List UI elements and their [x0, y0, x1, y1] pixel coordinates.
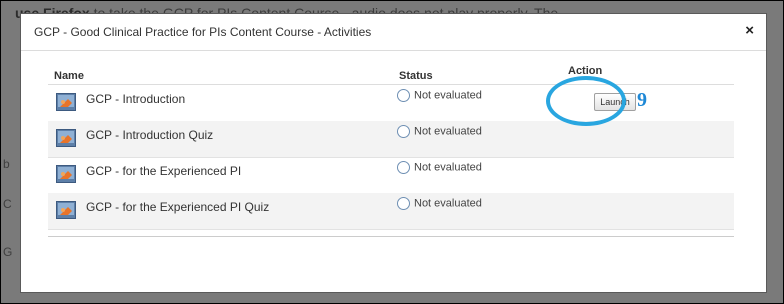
table-header: Name Status Action — [48, 64, 734, 85]
activities-table: Name Status Action GCP - Introduction No… — [48, 64, 734, 237]
activity-name[interactable]: GCP - for the Experienced PI — [86, 164, 241, 178]
status-circle-icon — [397, 161, 410, 174]
status-cell: Not evaluated — [397, 197, 482, 210]
activity-name[interactable]: GCP - for the Experienced PI Quiz — [86, 200, 269, 214]
close-button[interactable]: × — [745, 22, 754, 39]
status-circle-icon — [397, 125, 410, 138]
status-circle-icon — [397, 197, 410, 210]
status-circle-icon — [397, 89, 410, 102]
annotation-step-number: 9 — [637, 89, 647, 111]
column-header-status: Status — [399, 70, 433, 82]
table-row: GCP - for the Experienced PI Quiz Not ev… — [48, 193, 734, 230]
course-module-icon — [56, 201, 76, 219]
status-cell: Not evaluated — [397, 89, 482, 102]
activity-name[interactable]: GCP - Introduction Quiz — [86, 128, 213, 142]
activity-name[interactable]: GCP - Introduction — [86, 92, 185, 106]
annotation-highlight-circle — [546, 76, 626, 126]
activities-modal: GCP - Good Clinical Practice for PIs Con… — [20, 13, 767, 293]
status-cell: Not evaluated — [397, 125, 482, 138]
column-header-name: Name — [54, 70, 84, 82]
table-row: GCP - Introduction Not evaluated Launch — [48, 85, 734, 122]
background-fragment: G — [3, 245, 13, 259]
background-fragment: b — [3, 157, 10, 171]
modal-title: GCP - Good Clinical Practice for PIs Con… — [34, 25, 372, 39]
status-cell: Not evaluated — [397, 161, 482, 174]
background-fragment: C — [3, 197, 12, 211]
table-row: GCP - Introduction Quiz Not evaluated — [48, 121, 734, 158]
table-row: GCP - for the Experienced PI Not evaluat… — [48, 157, 734, 194]
course-module-icon — [56, 165, 76, 183]
course-module-icon — [56, 93, 76, 111]
course-module-icon — [56, 129, 76, 147]
modal-header: GCP - Good Clinical Practice for PIs Con… — [21, 14, 766, 51]
